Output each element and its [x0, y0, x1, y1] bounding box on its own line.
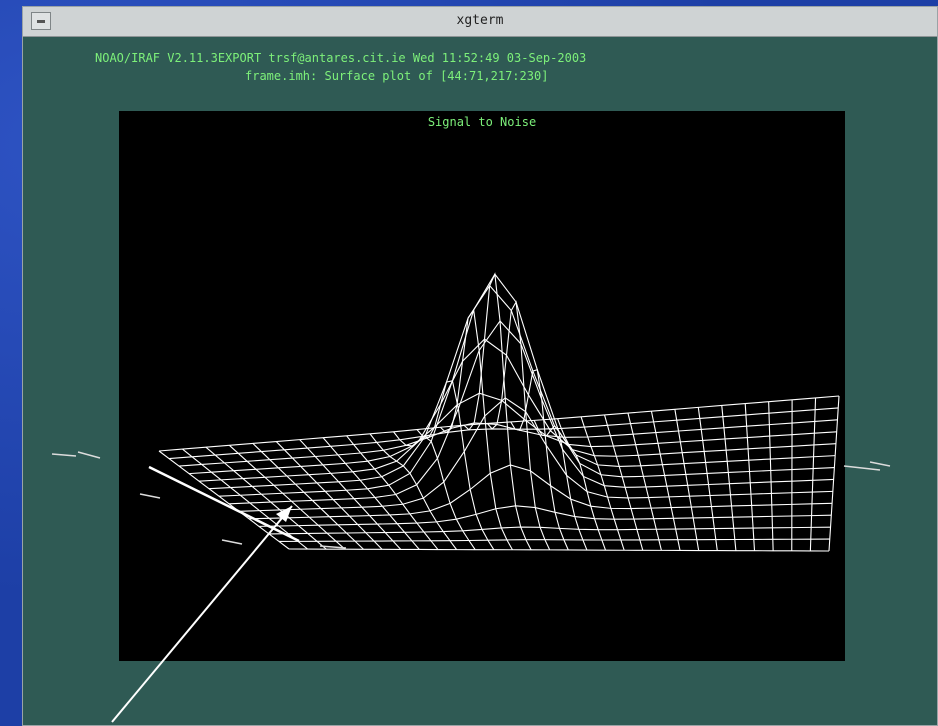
- axis-tick: [319, 545, 347, 549]
- axis-tick: [221, 539, 243, 545]
- axis-tick: [869, 461, 891, 467]
- axis-tick: [77, 451, 101, 459]
- arrow-head-icon: [276, 506, 292, 522]
- axis-tick: [139, 493, 161, 499]
- axis-tick-marks: [51, 451, 891, 549]
- annotation-layer: [51, 451, 891, 723]
- pointer-arrow-icon: [111, 505, 293, 723]
- axis-tick: [843, 465, 881, 471]
- axis-tick: [51, 453, 77, 457]
